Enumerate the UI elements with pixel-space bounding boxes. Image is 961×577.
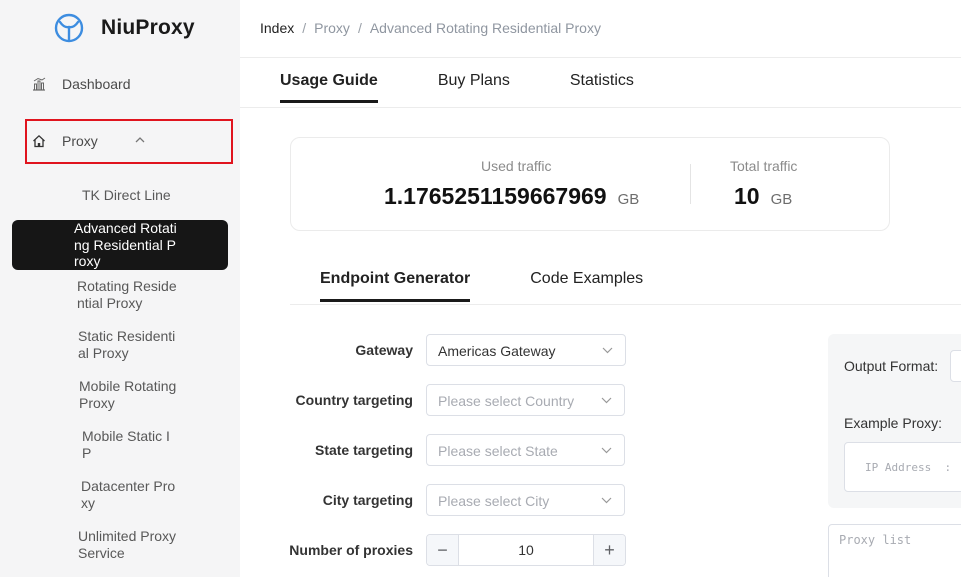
quantity-input[interactable]: 10 [459,542,593,558]
chevron-up-icon[interactable] [134,135,146,145]
brand-name: NiuProxy [101,16,195,39]
used-traffic-number: 1.1765251159667969 [384,183,607,209]
dashboard-chart-icon [33,77,46,91]
breadcrumb-separator: / [302,20,307,36]
sidebar-subitem-datacenter[interactable]: Datacenter Proxy [81,478,179,512]
sidebar-subitem-mobile-rotating[interactable]: Mobile Rotating Proxy [79,378,183,412]
sidebar-item-label: Dashboard [62,76,131,92]
niuproxy-logo-icon [54,13,84,43]
quantity-stepper: − 10 + [426,534,626,566]
gateway-select[interactable]: Americas Gateway [426,334,626,366]
breadcrumb-index[interactable]: Index [260,20,294,36]
sidebar-subitem-unlimited[interactable]: Unlimited Proxy Service [78,528,182,562]
tab-code-examples[interactable]: Code Examples [530,270,643,302]
proxy-list-placeholder: Proxy list [839,533,912,547]
total-traffic-unit: GB [770,191,793,208]
total-traffic-label: Total traffic [730,158,798,174]
increment-button[interactable]: + [593,535,625,565]
tab-buy-plans[interactable]: Buy Plans [438,72,510,103]
sidebar: NiuProxy Dashboard Proxy TK Direct Line … [0,0,240,577]
breadcrumb-proxy[interactable]: Proxy [314,20,350,36]
tab-endpoint-generator[interactable]: Endpoint Generator [320,270,471,302]
example-proxy-box: IP Address : [844,442,961,492]
subtabs-divider [290,304,961,305]
example-proxy-label: Example Proxy: [844,415,943,431]
gateway-select-value: Americas Gateway [438,343,556,359]
home-icon [33,135,45,148]
used-traffic-unit: GB [617,191,640,208]
sidebar-subitem-mobile-static[interactable]: Mobile Static IP [82,428,174,462]
header-divider [240,57,961,58]
sidebar-item-proxy[interactable]: Proxy [32,133,98,149]
chevron-down-icon [601,397,612,404]
sidebar-subitem-rotating-residential[interactable]: Rotating Residential Proxy [77,278,181,312]
breadcrumb: Index / Proxy / Advanced Rotating Reside… [260,20,601,36]
breadcrumb-separator: / [357,20,362,36]
country-targeting-label: Country targeting [295,392,413,408]
state-select[interactable]: Please select State [426,434,625,466]
gateway-label: Gateway [355,342,413,358]
sidebar-item-dashboard[interactable]: Dashboard [32,76,131,92]
sidebar-subitem-static-residential[interactable]: Static Residential Proxy [78,328,178,362]
used-traffic-value: 1.1765251159667969 GB [384,183,639,210]
output-panel: Output Format: Example Proxy: IP Address… [828,334,961,508]
country-select[interactable]: Please select Country [426,384,625,416]
tab-statistics[interactable]: Statistics [570,72,634,103]
chevron-down-icon [601,447,612,454]
output-format-label: Output Format: [844,358,939,374]
example-proxy-text: IP Address : [865,461,952,474]
decrement-button[interactable]: − [427,535,459,565]
state-select-placeholder: Please select State [438,443,558,459]
sidebar-item-label: Proxy [62,133,98,149]
card-divider [690,164,691,204]
city-select-placeholder: Please select City [438,493,550,509]
logo[interactable]: NiuProxy [53,12,195,44]
traffic-card: Used traffic 1.1765251159667969 GB Total… [290,137,890,231]
used-traffic-label: Used traffic [481,158,552,174]
number-of-proxies-label: Number of proxies [289,542,413,558]
output-format-select[interactable] [950,350,961,382]
chevron-down-icon [602,347,613,354]
city-select[interactable]: Please select City [426,484,625,516]
total-traffic-number: 10 [734,183,760,209]
tab-usage-guide[interactable]: Usage Guide [280,72,378,103]
chevron-down-icon [601,497,612,504]
sub-tabs: Endpoint Generator Code Examples [320,270,703,302]
state-targeting-label: State targeting [314,442,413,458]
breadcrumb-current: Advanced Rotating Residential Proxy [369,20,601,36]
sidebar-subitem-advanced-rotating-residential[interactable]: Advanced Rotating Residential Proxy [74,220,180,270]
main-tabs: Usage Guide Buy Plans Statistics [280,72,694,103]
total-traffic-value: 10 GB [734,183,792,210]
city-targeting-label: City targeting [322,492,413,508]
proxy-list-textarea[interactable]: Proxy list [828,524,961,577]
tabs-divider [240,107,961,108]
sidebar-subitem-tk-direct-line[interactable]: TK Direct Line [82,187,182,204]
country-select-placeholder: Please select Country [438,393,575,409]
